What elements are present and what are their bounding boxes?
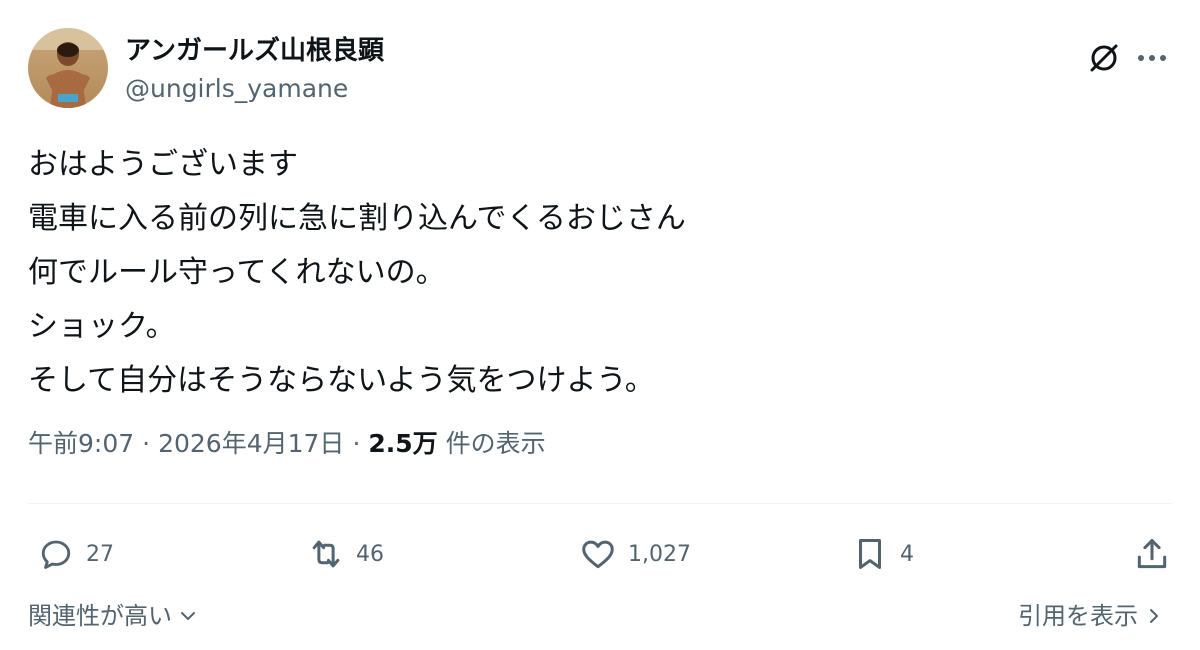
divider	[28, 503, 1172, 504]
sort-dropdown[interactable]: 関連性が高い	[28, 598, 198, 634]
bookmark-icon	[850, 534, 890, 574]
repost-icon	[306, 534, 346, 574]
tweet-line: ショック。	[28, 309, 176, 344]
heart-icon	[578, 534, 618, 574]
reply-count: 27	[86, 541, 114, 567]
quotes-label: 引用を表示	[1018, 602, 1138, 630]
like-count: 1,027	[628, 541, 691, 567]
chevron-right-icon	[1144, 606, 1164, 626]
tweet-text: おはようございます 電車に入る前の列に急に割り込んでくるおじさん 何でルール守っ…	[28, 138, 1172, 408]
more-dots-icon[interactable]	[1132, 38, 1172, 78]
reply-button[interactable]: 27	[36, 527, 114, 581]
tweet-line: そして自分はそうならないよう気をつけよう。	[28, 363, 655, 398]
like-button[interactable]: 1,027	[578, 527, 691, 581]
tweet-card: アンガールズ山根良顕 @ungirls_yamane おはようございます 電車に…	[0, 0, 1200, 650]
avatar-photo	[28, 28, 108, 108]
avatar[interactable]	[28, 28, 108, 108]
user-handle[interactable]: @ungirls_yamane	[125, 73, 384, 105]
bookmark-button[interactable]: 4	[850, 527, 914, 581]
display-name[interactable]: アンガールズ山根良顕	[125, 34, 384, 68]
meta-separator: ·	[352, 429, 361, 458]
meta-separator: ·	[142, 429, 151, 458]
chevron-down-icon	[178, 606, 198, 626]
tweet-date[interactable]: 2026年4月17日	[158, 429, 344, 458]
share-button[interactable]	[1132, 527, 1172, 581]
bookmark-count: 4	[900, 541, 914, 567]
grok-icon[interactable]	[1084, 38, 1124, 78]
views-count: 2.5万	[368, 429, 438, 458]
repost-button[interactable]: 46	[306, 527, 384, 581]
view-quotes-link[interactable]: 引用を表示	[1018, 598, 1164, 634]
tweet-line: おはようございます	[28, 147, 298, 182]
tweet-time[interactable]: 午前9:07	[28, 429, 134, 458]
author-names: アンガールズ山根良顕 @ungirls_yamane	[125, 34, 384, 105]
reply-icon	[36, 534, 76, 574]
share-icon	[1132, 534, 1172, 574]
views-label: 件の表示	[445, 429, 546, 458]
sort-label: 関連性が高い	[28, 602, 172, 630]
tweet-meta: 午前9:07 · 2026年4月17日 · 2.5万 件の表示	[28, 424, 546, 464]
tweet-header: アンガールズ山根良顕 @ungirls_yamane	[28, 28, 1172, 112]
tweet-line: 電車に入る前の列に急に割り込んでくるおじさん	[28, 201, 686, 236]
action-bar: 27 46 1,027 4	[28, 527, 1172, 581]
tweet-line: 何でルール守ってくれないの。	[28, 255, 446, 290]
repost-count: 46	[356, 541, 384, 567]
